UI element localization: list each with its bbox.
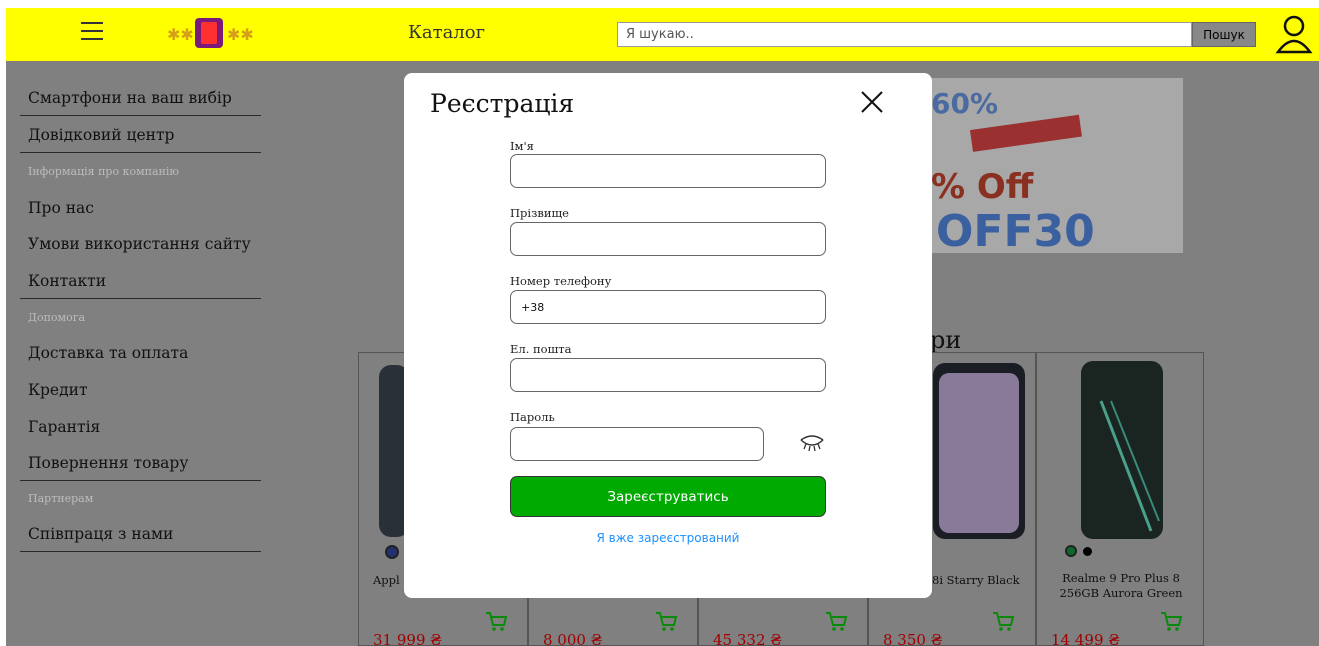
color-swatch-black[interactable]	[1083, 547, 1092, 556]
sidebar-item-returns[interactable]: Повернення товару	[28, 454, 188, 472]
svg-text:✱✱: ✱✱	[227, 25, 254, 44]
phone-field[interactable]: +38	[510, 290, 826, 324]
product-name[interactable]: Appl	[373, 573, 400, 588]
show-password-eye-icon[interactable]	[798, 434, 826, 454]
last-name-field[interactable]	[510, 222, 826, 256]
sidebar-section-help: Допомога	[28, 311, 86, 324]
add-to-cart-icon[interactable]	[484, 609, 508, 633]
product-image	[933, 363, 1025, 539]
add-to-cart-icon[interactable]	[824, 609, 848, 633]
color-swatch[interactable]	[385, 545, 399, 559]
svg-text:% Off: % Off	[931, 167, 1034, 207]
sidebar-section-company: Інформація про компанію	[28, 165, 179, 178]
add-to-cart-icon[interactable]	[1159, 609, 1183, 633]
modal-title: Реєстрація	[430, 89, 575, 118]
user-icon[interactable]	[1274, 14, 1314, 54]
last-name-label: Прізвище	[510, 206, 569, 220]
first-name-field[interactable]	[510, 154, 826, 188]
svg-text:60%: 60%	[931, 87, 998, 120]
password-field[interactable]	[510, 427, 764, 461]
product-price: 8 000 ₴	[543, 631, 603, 646]
search-button[interactable]: Пошук	[1192, 22, 1256, 47]
add-to-cart-icon[interactable]	[654, 609, 678, 633]
divider	[20, 480, 261, 481]
svg-text:✱✱: ✱✱	[167, 25, 194, 44]
products-heading-fragment: ри	[930, 326, 962, 354]
color-swatch-green[interactable]	[1065, 545, 1077, 557]
sidebar-item-credit[interactable]: Кредит	[28, 381, 88, 399]
sidebar-item-help-center[interactable]: Довідковий центр	[28, 126, 174, 144]
site-logo[interactable]: ✱✱ ✱✱	[159, 10, 267, 58]
sidebar-item-smartphones[interactable]: Смартфони на ваш вибір	[28, 89, 232, 107]
promo-banner[interactable]: 60% % Off OFF30	[931, 78, 1183, 253]
divider	[20, 115, 261, 116]
sidebar-section-partners: Партнерам	[28, 492, 94, 505]
sidebar-item-delivery[interactable]: Доставка та оплата	[28, 344, 188, 362]
sidebar-item-about[interactable]: Про нас	[28, 199, 94, 217]
product-card[interactable]: Realme 9 Pro Plus 8 256GB Aurora Green 1…	[1036, 352, 1204, 646]
product-price: 8 350 ₴	[883, 631, 943, 646]
already-registered-link[interactable]: Я вже зареєстрований	[404, 531, 932, 545]
sidebar-item-cooperation[interactable]: Співпраця з нами	[28, 525, 173, 543]
svg-text:OFF30: OFF30	[936, 206, 1095, 253]
register-button[interactable]: Зареєструватись	[510, 476, 826, 517]
registration-modal: Реєстрація Ім'я Прізвище Номер телефону …	[404, 73, 932, 598]
catalog-link[interactable]: Каталог	[408, 22, 485, 43]
email-label: Ел. пошта	[510, 342, 572, 356]
product-price: 31 999 ₴	[373, 631, 442, 646]
password-label: Пароль	[510, 410, 555, 424]
first-name-label: Ім'я	[510, 139, 534, 153]
divider	[20, 551, 261, 552]
header-bar: ✱✱ ✱✱ Каталог Я шукаю.. Пошук	[6, 8, 1319, 61]
product-price: 14 499 ₴	[1051, 631, 1120, 646]
phone-label: Номер телефону	[510, 274, 612, 288]
search-input[interactable]: Я шукаю..	[617, 22, 1192, 47]
add-to-cart-icon[interactable]	[991, 609, 1015, 633]
sidebar-item-terms[interactable]: Умови використання сайту	[28, 235, 251, 253]
divider	[20, 298, 261, 299]
product-name[interactable]: Realme 9 Pro Plus 8 256GB Aurora Green	[1041, 571, 1201, 601]
product-image	[1081, 361, 1163, 539]
sidebar-item-warranty[interactable]: Гарантія	[28, 418, 100, 436]
divider	[20, 152, 261, 153]
menu-burger-icon[interactable]	[81, 22, 103, 42]
email-field[interactable]	[510, 358, 826, 392]
close-icon[interactable]	[859, 89, 885, 115]
sidebar-item-contacts[interactable]: Контакти	[28, 272, 106, 290]
product-price: 45 332 ₴	[713, 631, 782, 646]
